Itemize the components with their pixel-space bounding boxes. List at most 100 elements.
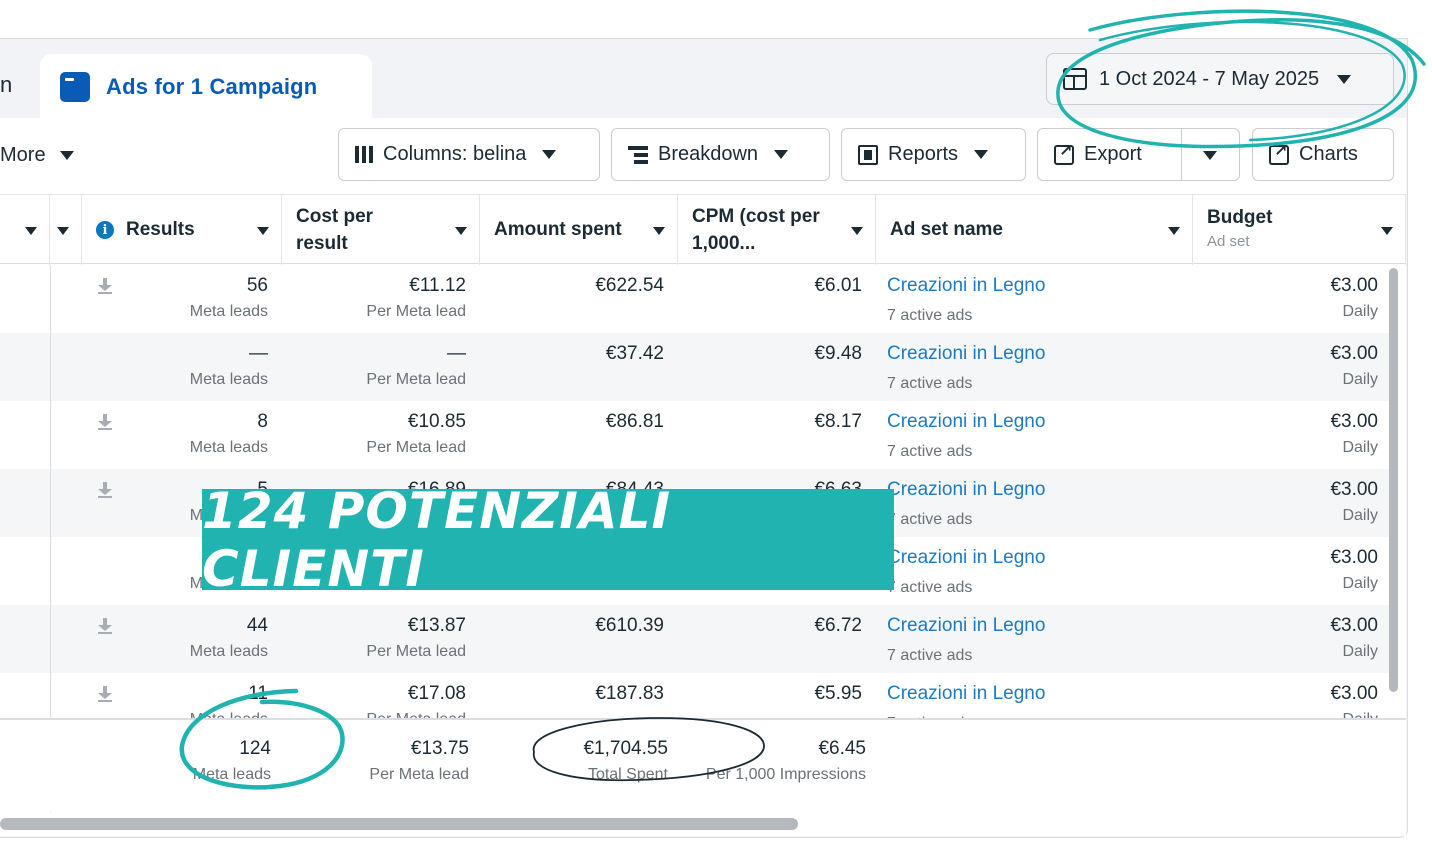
breakdown-icon [628,145,648,164]
table-row[interactable]: 44 Meta leads €13.87 Per Meta lead €610.39 €6… [0,605,1392,673]
sort-caret-icon [1168,227,1180,235]
totals-row: 124 Meta leads €13.75 Per Meta lead €1,7… [0,718,1406,812]
table-row[interactable]: 56 Meta leads €11.12 Per Meta lead €622.54 €6… [0,265,1392,333]
col-budget-label: Budget [1207,207,1273,228]
col-budget-sublabel: Ad set [1207,233,1250,250]
col-header-budget[interactable]: Budget Ad set [1193,195,1406,265]
cell-budget: €3.00 [1330,275,1378,296]
more-label: More [0,144,46,166]
total-results-sub: Meta leads [192,766,271,783]
total-cpr-sub: Per Meta lead [369,766,469,783]
total-spent-sub: Total Spent [587,766,668,783]
cell-ad-set-link[interactable]: Creazioni in Legno [887,547,1045,569]
col-results-label: Results [126,219,195,240]
cell-cost-per-result-sub: Per Meta lead [366,643,466,660]
cell-cpm: €5.95 [814,683,862,704]
cell-ad-set-sub: 7 active ads [887,375,973,392]
col-header-partial[interactable] [0,195,50,265]
chevron-down-icon [1337,74,1352,84]
total-spent: €1,704.55 [583,738,668,759]
cell-results-sub: Meta leads [189,643,268,660]
tab-ads-label: Ads for 1 Campaign [106,74,318,99]
tab-campaigns-partial[interactable]: n [0,72,12,98]
col-cpr-label-line1: Cost per [296,206,374,227]
sort-caret-icon [851,227,863,235]
cell-budget-sub: Daily [1342,439,1378,456]
col-header-delivery[interactable] [50,195,82,265]
breakdown-label: Breakdown [658,143,759,165]
more-button[interactable]: More [0,144,74,167]
cell-cost-per-result: €10.85 [407,411,466,432]
info-icon[interactable]: i [96,221,114,239]
reports-button[interactable]: Reports [841,128,1026,181]
cell-ad-set-link[interactable]: Creazioni in Legno [887,615,1045,637]
col-header-results[interactable]: i Results [82,195,282,265]
charts-icon [1269,141,1289,165]
cell-cost-per-result: — [447,343,466,364]
horizontal-scrollbar[interactable] [0,818,798,830]
cell-budget: €3.00 [1330,479,1378,500]
cell-ad-set-link[interactable]: Creazioni in Legno [887,479,1045,501]
cell-budget: €3.00 [1330,615,1378,636]
export-button[interactable]: Export [1037,128,1240,181]
table-header: i Results Cost per result Amount spent CP… [0,194,1406,265]
table-row[interactable]: 8 Meta leads €10.85 Per Meta lead €86.81 €8.1… [0,401,1392,469]
cell-ad-set-sub: 7 active ads [887,307,973,324]
col-header-ad-set-name[interactable]: Ad set name [876,195,1193,265]
cell-amount-spent: €86.81 [605,411,664,432]
download-icon[interactable] [98,278,112,294]
export-dropdown-icon[interactable] [1203,151,1217,160]
table-row[interactable]: 11 Meta leads €17.08 Per Meta lead €187.83 €5… [0,673,1392,720]
cell-cpm: €6.01 [814,275,862,296]
cell-cpm: €8.17 [814,411,862,432]
date-range-picker[interactable]: 1 Oct 2024 - 7 May 2025 [1046,53,1394,105]
cell-results: — [249,343,268,364]
cell-budget-sub: Daily [1342,643,1378,660]
columns-label: Columns: belina [383,143,527,165]
cell-budget: €3.00 [1330,547,1378,568]
calendar-icon [1063,68,1087,90]
cell-ad-set-link[interactable]: Creazioni in Legno [887,343,1045,365]
vertical-scrollbar[interactable] [1389,268,1398,692]
cell-ad-set-link[interactable]: Creazioni in Legno [887,683,1045,705]
sort-caret-icon [1381,227,1393,235]
download-icon[interactable] [98,686,112,702]
col-cpr-label-line2: result [296,233,348,254]
col-header-cost-per-result[interactable]: Cost per result [282,195,480,265]
download-icon[interactable] [98,414,112,430]
charts-button[interactable]: Charts [1252,128,1394,181]
cell-results: 11 [248,683,268,704]
breakdown-button[interactable]: Breakdown [611,128,830,181]
columns-button[interactable]: Columns: belina [338,128,600,181]
cell-results-sub: Meta leads [189,303,268,320]
cell-results-sub: Meta leads [189,371,268,388]
chevron-down-icon [59,151,74,160]
cell-cost-per-result-sub: Per Meta lead [366,371,466,388]
col-cpm-label-line2: 1,000... [692,233,756,254]
cell-ad-set-sub: 7 active ads [887,647,973,664]
col-adset-label: Ad set name [890,219,1003,240]
table-row[interactable]: — Meta leads — Per Meta lead €37.42 €9.48 Crea… [0,333,1392,401]
cell-ad-set-link[interactable]: Creazioni in Legno [887,275,1045,297]
cell-amount-spent: €610.39 [595,615,664,636]
cell-cpm: €6.72 [814,615,862,636]
sort-caret-icon [653,227,665,235]
cell-amount-spent: €622.54 [595,275,664,296]
overlay-banner: 124 POTENZIALI CLIENTI [202,482,894,598]
col-header-cpm[interactable]: CPM (cost per 1,000... [678,195,876,265]
cell-budget-sub: Daily [1342,575,1378,592]
tab-ads[interactable]: Ads for 1 Campaign [40,54,372,120]
cell-cost-per-result-sub: Per Meta lead [366,439,466,456]
columns-icon [355,146,373,163]
col-spent-label: Amount spent [494,219,622,240]
cell-ad-set-link[interactable]: Creazioni in Legno [887,411,1045,433]
sort-caret-icon [257,227,269,235]
cell-budget: €3.00 [1330,343,1378,364]
download-icon[interactable] [98,618,112,634]
col-header-amount-spent[interactable]: Amount spent [480,195,678,265]
ads-icon [60,72,90,102]
download-icon[interactable] [98,482,112,498]
col-cpm-label-line1: CPM (cost per [692,206,820,227]
chevron-down-icon [974,150,989,159]
cell-amount-spent: €37.42 [605,343,664,364]
